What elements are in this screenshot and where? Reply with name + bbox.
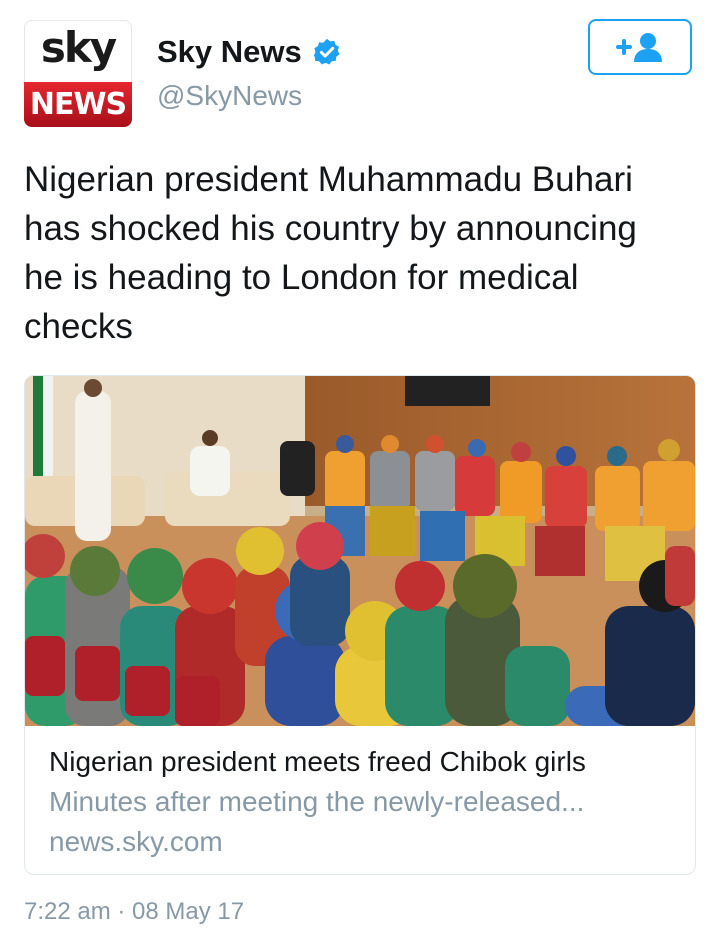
display-name[interactable]: Sky News bbox=[157, 34, 302, 70]
display-name-row[interactable]: Sky News bbox=[157, 34, 342, 70]
card-description: Minutes after meeting the newly-released… bbox=[49, 786, 585, 817]
card-title[interactable]: Nigerian president meets freed Chibok gi… bbox=[49, 746, 586, 778]
verified-badge-icon bbox=[313, 38, 340, 65]
link-card[interactable]: Nigerian president meets freed Chibok gi… bbox=[24, 375, 696, 875]
tweet-text: Nigerian president Muhammadu Buhari has … bbox=[24, 160, 637, 346]
tweet-timestamp[interactable]: 7:22 am · 08 May 17 bbox=[24, 898, 244, 926]
follow-button[interactable] bbox=[588, 19, 692, 75]
card-domain: news.sky.com bbox=[49, 826, 223, 857]
logo-text-news: NEWS bbox=[24, 82, 132, 127]
follow-user-icon bbox=[616, 33, 662, 62]
logo-text-sky: sky bbox=[40, 23, 117, 72]
user-handle[interactable]: @SkyNews bbox=[157, 80, 302, 112]
card-image[interactable] bbox=[25, 376, 695, 726]
avatar[interactable]: sky NEWS bbox=[24, 20, 132, 127]
